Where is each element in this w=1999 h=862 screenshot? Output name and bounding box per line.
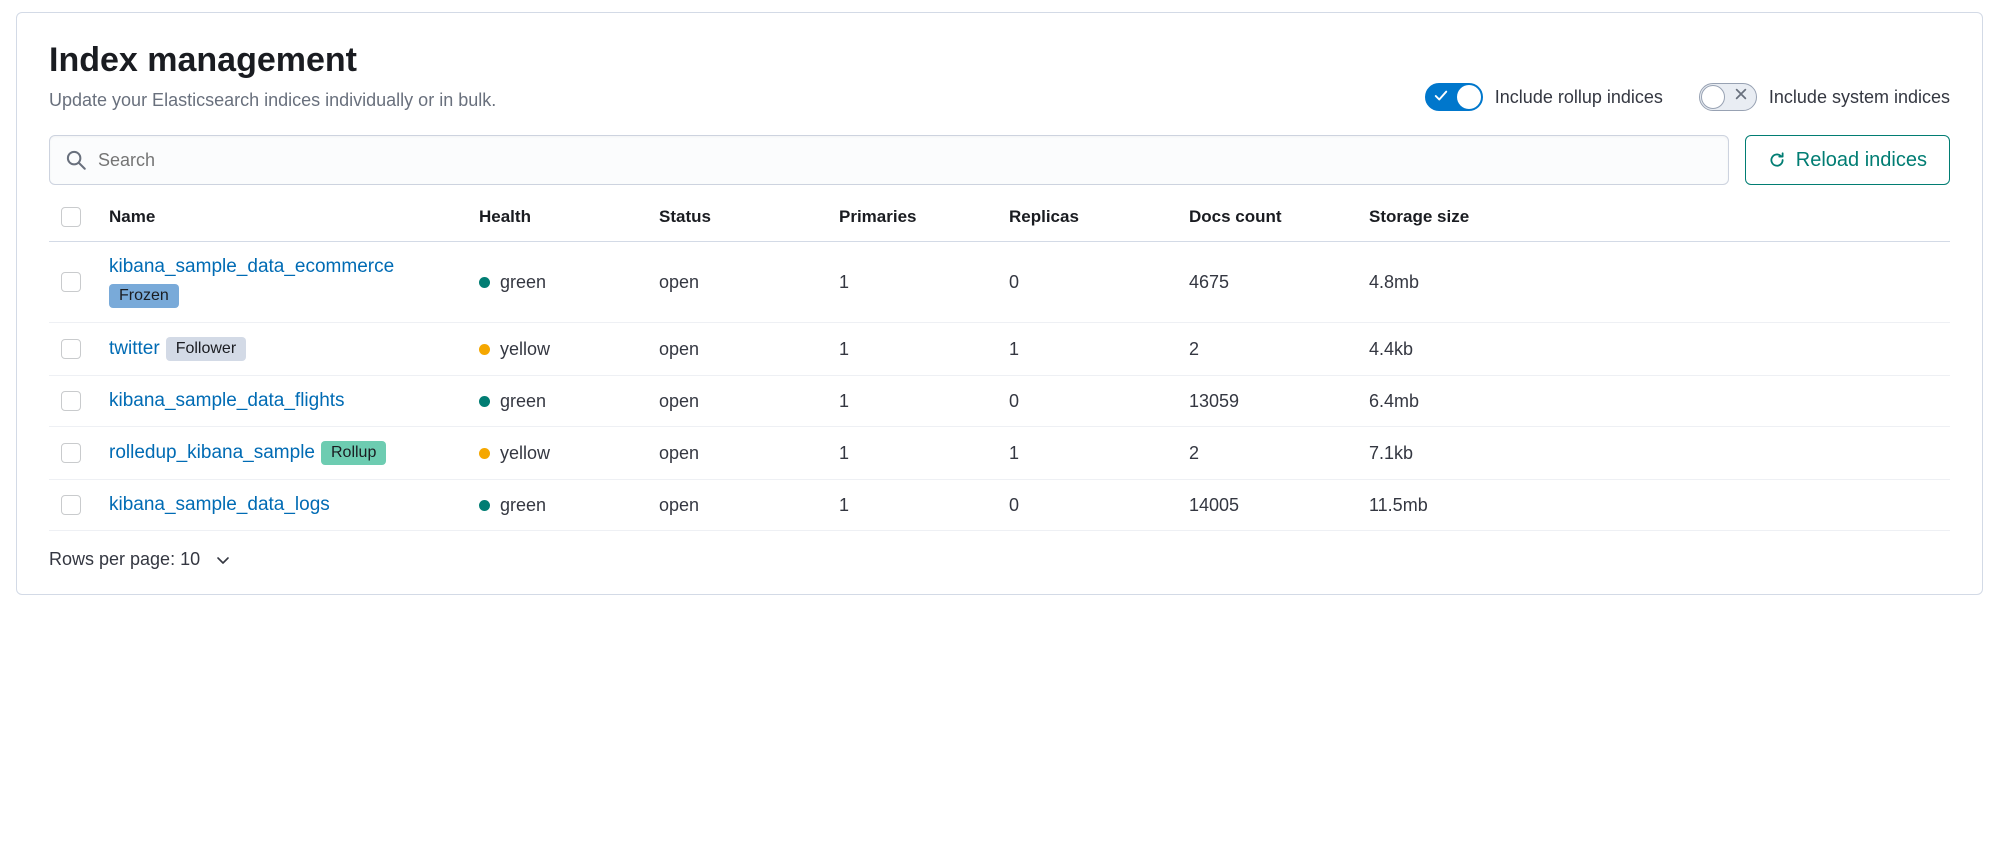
- cell-storage: 11.5mb: [1357, 480, 1950, 531]
- health-cell: green: [479, 391, 635, 412]
- select-all-checkbox[interactable]: [61, 207, 81, 227]
- search-icon: [66, 150, 86, 170]
- switch-thumb: [1701, 85, 1725, 109]
- toggle-system-group: Include system indices: [1699, 83, 1950, 111]
- cell-status: open: [647, 427, 827, 480]
- health-cell: yellow: [479, 339, 635, 360]
- cell-storage: 4.4kb: [1357, 323, 1950, 376]
- toggle-rollup-label: Include rollup indices: [1495, 87, 1663, 108]
- health-cell: yellow: [479, 443, 635, 464]
- cell-primaries: 1: [827, 480, 997, 531]
- col-replicas-header[interactable]: Replicas: [997, 193, 1177, 242]
- table-footer: Rows per page: 10: [49, 531, 1950, 570]
- toolbar-row: Reload indices: [49, 135, 1950, 185]
- check-icon: [1434, 89, 1448, 103]
- cell-storage: 6.4mb: [1357, 376, 1950, 427]
- table-row: rolledup_kibana_sampleRollupyellowopen11…: [49, 427, 1950, 480]
- cell-storage: 7.1kb: [1357, 427, 1950, 480]
- cell-replicas: 0: [997, 242, 1177, 323]
- table-row: kibana_sample_data_ecommerce Frozen green o…: [49, 242, 1950, 323]
- toggle-rollup-group: Include rollup indices: [1425, 83, 1663, 111]
- reload-label: Reload indices: [1796, 149, 1927, 172]
- cell-primaries: 1: [827, 323, 997, 376]
- health-dot-icon: [479, 344, 490, 355]
- cell-replicas: 1: [997, 427, 1177, 480]
- col-docs-header[interactable]: Docs count: [1177, 193, 1357, 242]
- row-checkbox[interactable]: [61, 391, 81, 411]
- health-text: green: [500, 272, 546, 293]
- rows-per-page-button[interactable]: Rows per page: 10: [49, 549, 231, 570]
- col-health-header[interactable]: Health: [467, 193, 647, 242]
- cell-replicas: 1: [997, 323, 1177, 376]
- toggle-system-switch[interactable]: [1699, 83, 1757, 111]
- health-text: yellow: [500, 443, 550, 464]
- table-row: kibana_sample_data_flights green open10130…: [49, 376, 1950, 427]
- cell-docs: 14005: [1177, 480, 1357, 531]
- cell-status: open: [647, 480, 827, 531]
- health-dot-icon: [479, 277, 490, 288]
- rows-per-page-label: Rows per page: 10: [49, 549, 200, 569]
- cell-replicas: 0: [997, 480, 1177, 531]
- health-cell: green: [479, 272, 635, 293]
- cell-status: open: [647, 323, 827, 376]
- indices-table: Name Health Status Primaries Replicas Do…: [49, 193, 1950, 531]
- chevron-down-icon: [215, 552, 231, 568]
- health-dot-icon: [479, 396, 490, 407]
- header-row: Index management Update your Elasticsear…: [49, 41, 1950, 111]
- index-badge: Frozen: [109, 284, 179, 308]
- health-text: yellow: [500, 339, 550, 360]
- cell-docs: 13059: [1177, 376, 1357, 427]
- index-badge: Rollup: [321, 441, 386, 465]
- col-status-header[interactable]: Status: [647, 193, 827, 242]
- cell-docs: 4675: [1177, 242, 1357, 323]
- search-input[interactable]: [98, 150, 1712, 171]
- health-text: green: [500, 495, 546, 516]
- row-checkbox[interactable]: [61, 443, 81, 463]
- index-name-link[interactable]: rolledup_kibana_sample: [109, 442, 315, 463]
- table-header-row: Name Health Status Primaries Replicas Do…: [49, 193, 1950, 242]
- index-name-link[interactable]: kibana_sample_data_flights: [109, 390, 345, 411]
- index-management-panel: Index management Update your Elasticsear…: [16, 12, 1983, 595]
- health-text: green: [500, 391, 546, 412]
- index-name-link[interactable]: twitter: [109, 338, 160, 359]
- index-badge: Follower: [166, 337, 246, 361]
- col-primaries-header[interactable]: Primaries: [827, 193, 997, 242]
- refresh-icon: [1768, 151, 1786, 169]
- row-checkbox[interactable]: [61, 339, 81, 359]
- table-row: kibana_sample_data_logs green open10140051…: [49, 480, 1950, 531]
- index-name-link[interactable]: kibana_sample_data_logs: [109, 494, 330, 515]
- cell-docs: 2: [1177, 323, 1357, 376]
- health-dot-icon: [479, 448, 490, 459]
- page-title: Index management: [49, 41, 1425, 80]
- cell-primaries: 1: [827, 427, 997, 480]
- page-subtitle: Update your Elasticsearch indices indivi…: [49, 90, 1425, 111]
- cell-storage: 4.8mb: [1357, 242, 1950, 323]
- table-row: twitterFolloweryellowopen1124.4kb: [49, 323, 1950, 376]
- col-name-header[interactable]: Name: [97, 193, 467, 242]
- row-checkbox[interactable]: [61, 272, 81, 292]
- cell-docs: 2: [1177, 427, 1357, 480]
- header-left: Index management Update your Elasticsear…: [49, 41, 1425, 111]
- row-checkbox[interactable]: [61, 495, 81, 515]
- cell-replicas: 0: [997, 376, 1177, 427]
- health-dot-icon: [479, 500, 490, 511]
- cell-primaries: 1: [827, 242, 997, 323]
- search-wrap: [49, 135, 1729, 185]
- switch-thumb: [1457, 85, 1481, 109]
- health-cell: green: [479, 495, 635, 516]
- cell-primaries: 1: [827, 376, 997, 427]
- cell-status: open: [647, 376, 827, 427]
- toggles: Include rollup indices Include system in…: [1425, 83, 1950, 111]
- toggle-rollup-switch[interactable]: [1425, 83, 1483, 111]
- index-name-link[interactable]: kibana_sample_data_ecommerce: [109, 256, 394, 277]
- col-storage-header[interactable]: Storage size: [1357, 193, 1950, 242]
- toggle-system-label: Include system indices: [1769, 87, 1950, 108]
- cell-status: open: [647, 242, 827, 323]
- reload-indices-button[interactable]: Reload indices: [1745, 135, 1950, 185]
- x-icon: [1734, 87, 1748, 101]
